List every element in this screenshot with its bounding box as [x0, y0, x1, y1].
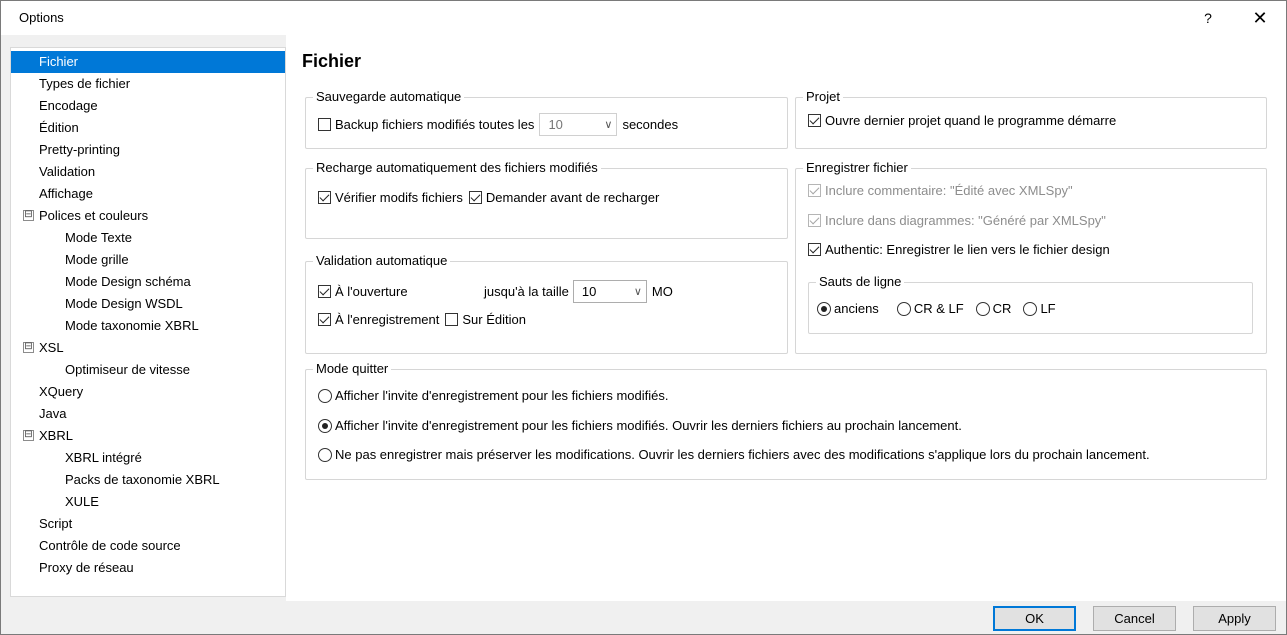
include-in-diagrams-checkbox[interactable] — [808, 214, 821, 227]
auto-validation-group: Validation automatique À l'ouverture jus… — [305, 253, 788, 354]
exit-prompt-reopen-label: Afficher l'invite d'enregistrement pour … — [335, 418, 962, 433]
chevron-down-icon: ∨ — [633, 286, 642, 298]
validate-on-open-checkbox[interactable] — [318, 285, 331, 298]
line-break-legacy-radio[interactable] — [817, 301, 831, 316]
size-limit-select[interactable]: 10 ∨ — [572, 280, 647, 303]
window-title: Options — [19, 10, 64, 25]
check-modified-files-checkbox[interactable] — [318, 191, 331, 204]
exit-prompt-reopen-radio[interactable] — [318, 418, 332, 433]
size-unit-label: MO — [651, 284, 673, 299]
cancel-button[interactable]: Cancel — [1093, 606, 1176, 631]
ok-button[interactable]: OK — [993, 606, 1076, 631]
exit-mode-group-title: Mode quitter — [313, 361, 392, 377]
backup-interval-value: 10 — [548, 117, 563, 132]
tree-item-optimiseur-de-vitesse[interactable]: Optimiseur de vitesse — [65, 359, 190, 381]
tree-item-mode-grille[interactable]: Mode grille — [65, 249, 129, 271]
help-button[interactable]: ? — [1196, 6, 1220, 30]
tree-item-proxy-de-reseau[interactable]: Proxy de réseau — [39, 557, 134, 579]
ask-before-reload-checkbox[interactable] — [468, 191, 482, 204]
line-breaks-group: Sauts de ligne anciens CR & LF CR LF — [808, 274, 1253, 334]
backup-label: Backup fichiers modifiés toutes les — [335, 117, 535, 132]
authentic-link-label: Authentic: Enregistrer le lien vers le f… — [825, 242, 1110, 257]
size-limit-value: 10 — [581, 284, 597, 299]
line-break-lf-label: LF — [1040, 301, 1056, 316]
tree-item-mode-design-wsdl[interactable]: Mode Design WSDL — [65, 293, 183, 315]
line-break-legacy-label: anciens — [834, 301, 879, 316]
exit-prompt-radio[interactable] — [318, 388, 332, 403]
project-group: Projet Ouvre dernier projet quand le pro… — [795, 89, 1267, 149]
authentic-link-checkbox[interactable] — [808, 243, 821, 256]
line-break-lf-radio[interactable] — [1023, 301, 1038, 316]
tree-item-validation[interactable]: Validation — [39, 161, 95, 183]
validate-on-save-label: À l'enregistrement — [335, 312, 440, 327]
line-breaks-group-title: Sauts de ligne — [816, 274, 905, 290]
options-tree: Fichier Types de fichier Encodage Éditio… — [10, 47, 286, 597]
size-limit-label: jusqu'à la taille — [484, 284, 569, 299]
include-comment-label: Inclure commentaire: "Édité avec XMLSpy" — [825, 183, 1073, 198]
exit-preserve-label: Ne pas enregistrer mais préserver les mo… — [335, 447, 1150, 462]
auto-validation-group-title: Validation automatique — [313, 253, 451, 269]
page-title: Fichier — [302, 51, 362, 71]
backup-interval-select[interactable]: 10 ∨ — [539, 113, 618, 136]
tree-item-script[interactable]: Script — [39, 513, 72, 535]
line-break-crlf-label: CR & LF — [913, 301, 964, 316]
tree-item-java[interactable]: Java — [39, 403, 66, 425]
validate-on-edit-checkbox[interactable] — [445, 313, 459, 326]
apply-button[interactable]: Apply — [1193, 606, 1276, 631]
validate-on-open-label: À l'ouverture — [335, 284, 408, 299]
reload-group: Recharge automatiquement des fichiers mo… — [305, 160, 788, 239]
save-file-group-title: Enregistrer fichier — [803, 160, 911, 176]
tree-item-xbrl[interactable]: XBRL — [39, 425, 73, 447]
validate-on-edit-label: Sur Édition — [462, 312, 526, 327]
tree-item-fichier[interactable]: Fichier — [11, 51, 285, 73]
include-comment-checkbox[interactable] — [808, 184, 821, 197]
close-button[interactable]: ✕ — [1246, 6, 1274, 30]
tree-item-xsl[interactable]: XSL — [39, 337, 64, 359]
autosave-group-title: Sauvegarde automatique — [313, 89, 465, 105]
exit-preserve-radio[interactable] — [318, 447, 332, 462]
exit-prompt-label: Afficher l'invite d'enregistrement pour … — [335, 388, 669, 403]
tree-item-pretty-printing[interactable]: Pretty-printing — [39, 139, 120, 161]
tree-item-controle-de-code-source[interactable]: Contrôle de code source — [39, 535, 181, 557]
tree-item-xbrl-integre[interactable]: XBRL intégré — [65, 447, 142, 469]
open-last-project-checkbox[interactable] — [808, 114, 821, 127]
save-file-group: Enregistrer fichier Inclure commentaire:… — [795, 160, 1267, 354]
title-bar: Options ? ✕ — [1, 1, 1286, 35]
options-page: Fichier Sauvegarde automatique Backup fi… — [286, 35, 1286, 601]
options-dialog: Options ? ✕ Fichier Types de fichier Enc… — [0, 0, 1287, 635]
line-break-cr-radio[interactable] — [975, 301, 990, 316]
tree-item-mode-taxonomie-xbrl[interactable]: Mode taxonomie XBRL — [65, 315, 199, 337]
tree-item-packs-de-taxonomie-xbrl[interactable]: Packs de taxonomie XBRL — [65, 469, 220, 491]
ask-before-reload-label: Demander avant de recharger — [485, 190, 660, 205]
tree-item-encodage[interactable]: Encodage — [39, 95, 98, 117]
include-in-diagrams-label: Inclure dans diagrammes: "Généré par XML… — [825, 213, 1106, 228]
seconds-label: secondes — [622, 117, 679, 132]
exit-mode-group: Mode quitter Afficher l'invite d'enregis… — [305, 361, 1267, 480]
backup-checkbox[interactable] — [318, 118, 331, 131]
line-break-crlf-radio[interactable] — [896, 301, 911, 316]
tree-item-mode-texte[interactable]: Mode Texte — [65, 227, 132, 249]
open-last-project-label: Ouvre dernier projet quand le programme … — [825, 113, 1117, 128]
tree-item-affichage[interactable]: Affichage — [39, 183, 93, 205]
project-group-title: Projet — [803, 89, 843, 105]
tree-item-xule[interactable]: XULE — [65, 491, 99, 513]
line-break-cr-label: CR — [992, 301, 1012, 316]
autosave-group: Sauvegarde automatique Backup fichiers m… — [305, 89, 788, 149]
collapse-icon[interactable]: ⊟ — [23, 342, 34, 353]
check-modified-files-label: Vérifier modifs fichiers — [335, 190, 463, 205]
collapse-icon[interactable]: ⊟ — [23, 210, 34, 221]
collapse-icon[interactable]: ⊟ — [23, 430, 34, 441]
tree-item-edition[interactable]: Édition — [39, 117, 79, 139]
tree-item-mode-design-schema[interactable]: Mode Design schéma — [65, 271, 191, 293]
tree-item-polices-et-couleurs[interactable]: Polices et couleurs — [39, 205, 148, 227]
tree-item-types-de-fichier[interactable]: Types de fichier — [39, 73, 130, 95]
validate-on-save-checkbox[interactable] — [318, 313, 331, 326]
reload-group-title: Recharge automatiquement des fichiers mo… — [313, 160, 601, 176]
tree-item-xquery[interactable]: XQuery — [39, 381, 83, 403]
chevron-down-icon: ∨ — [604, 119, 613, 131]
